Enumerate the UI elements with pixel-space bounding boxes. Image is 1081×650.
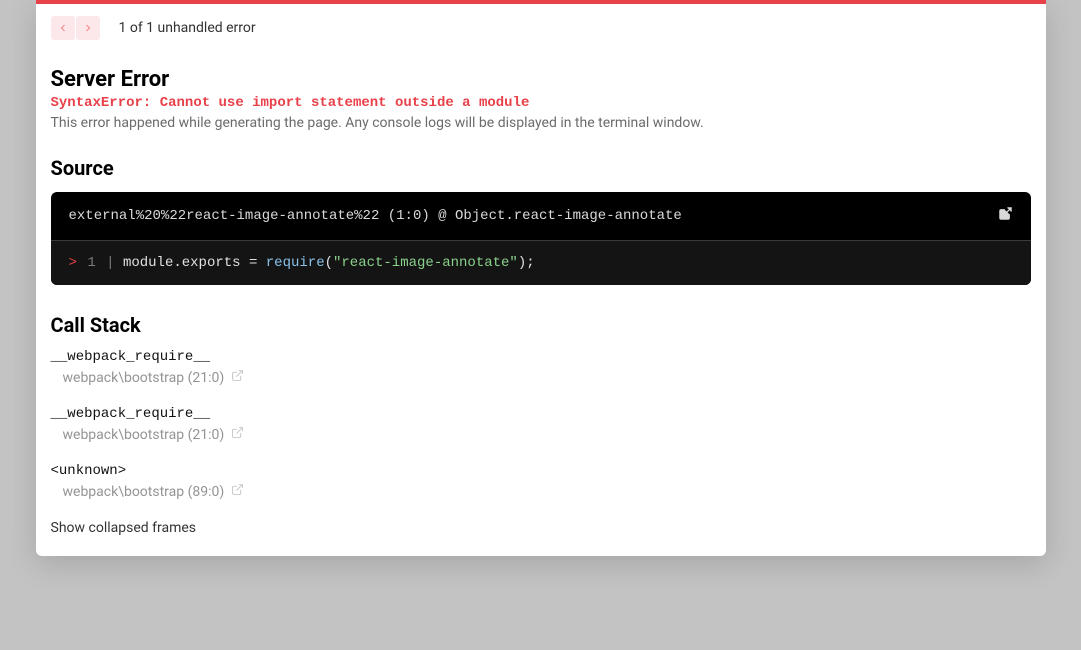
nav-row: 1 of 1 unhandled error <box>36 4 1046 40</box>
external-link-icon <box>998 206 1013 221</box>
code-token: require <box>266 255 325 271</box>
code-token <box>257 255 265 271</box>
external-link-icon <box>231 369 244 382</box>
code-token <box>241 255 249 271</box>
show-collapsed-frames-button[interactable]: Show collapsed frames <box>51 520 1031 536</box>
nav-buttons <box>51 16 101 40</box>
source-code-block: external%20%22react-image-annotate%22 (1… <box>51 192 1031 285</box>
page-title: Server Error <box>51 67 1031 92</box>
open-in-editor-button[interactable] <box>998 206 1013 226</box>
code-line-number: 1 <box>87 255 95 271</box>
callstack-list: __webpack_require__ webpack\bootstrap (2… <box>51 349 1031 500</box>
stack-frame-location-text: webpack\bootstrap (89:0) <box>63 484 225 500</box>
stack-frame-location-text: webpack\bootstrap (21:0) <box>63 427 225 443</box>
prev-error-button[interactable] <box>51 16 75 40</box>
chevron-right-icon <box>82 22 94 34</box>
error-count-text: 1 of 1 unhandled error <box>119 20 256 36</box>
stack-frame-function: __webpack_require__ <box>51 406 1031 422</box>
code-gutter-sign: > <box>69 255 77 271</box>
stack-frame-location: webpack\bootstrap (21:0) <box>63 426 1031 443</box>
external-link-icon <box>231 483 244 496</box>
stack-frame-function: __webpack_require__ <box>51 349 1031 365</box>
code-token: "react-image-annotate" <box>333 255 518 271</box>
external-link-icon <box>231 426 244 439</box>
next-error-button[interactable] <box>76 16 100 40</box>
code-token: ( <box>325 255 333 271</box>
open-in-editor-button[interactable] <box>231 369 244 386</box>
error-message: SyntaxError: Cannot use import statement… <box>51 95 1031 111</box>
error-overlay-card: 1 of 1 unhandled error Server Error Synt… <box>36 0 1046 556</box>
code-token: ) <box>518 255 526 271</box>
code-token: ; <box>526 255 534 271</box>
open-in-editor-button[interactable] <box>231 426 244 443</box>
error-subtext: This error happened while generating the… <box>51 115 1031 131</box>
stack-frame-location: webpack\bootstrap (89:0) <box>63 483 1031 500</box>
chevron-left-icon <box>57 22 69 34</box>
code-gutter-pipe: | <box>106 255 114 271</box>
stack-frame-location-text: webpack\bootstrap (21:0) <box>63 370 225 386</box>
callstack-section-title: Call Stack <box>51 313 1031 337</box>
content: Server Error SyntaxError: Cannot use imp… <box>36 40 1046 556</box>
source-location-text: external%20%22react-image-annotate%22 (1… <box>69 208 682 224</box>
code-token: module.exports <box>123 255 241 271</box>
stack-frame: __webpack_require__ webpack\bootstrap (2… <box>51 349 1031 386</box>
stack-frame: __webpack_require__ webpack\bootstrap (2… <box>51 406 1031 443</box>
source-location-bar: external%20%22react-image-annotate%22 (1… <box>51 192 1031 241</box>
stack-frame-location: webpack\bootstrap (21:0) <box>63 369 1031 386</box>
open-in-editor-button[interactable] <box>231 483 244 500</box>
stack-frame: <unknown> webpack\bootstrap (89:0) <box>51 463 1031 500</box>
stack-frame-function: <unknown> <box>51 463 1031 479</box>
source-section-title: Source <box>51 156 1031 180</box>
source-code-body: > 1 | module.exports = require("react-im… <box>51 241 1031 285</box>
